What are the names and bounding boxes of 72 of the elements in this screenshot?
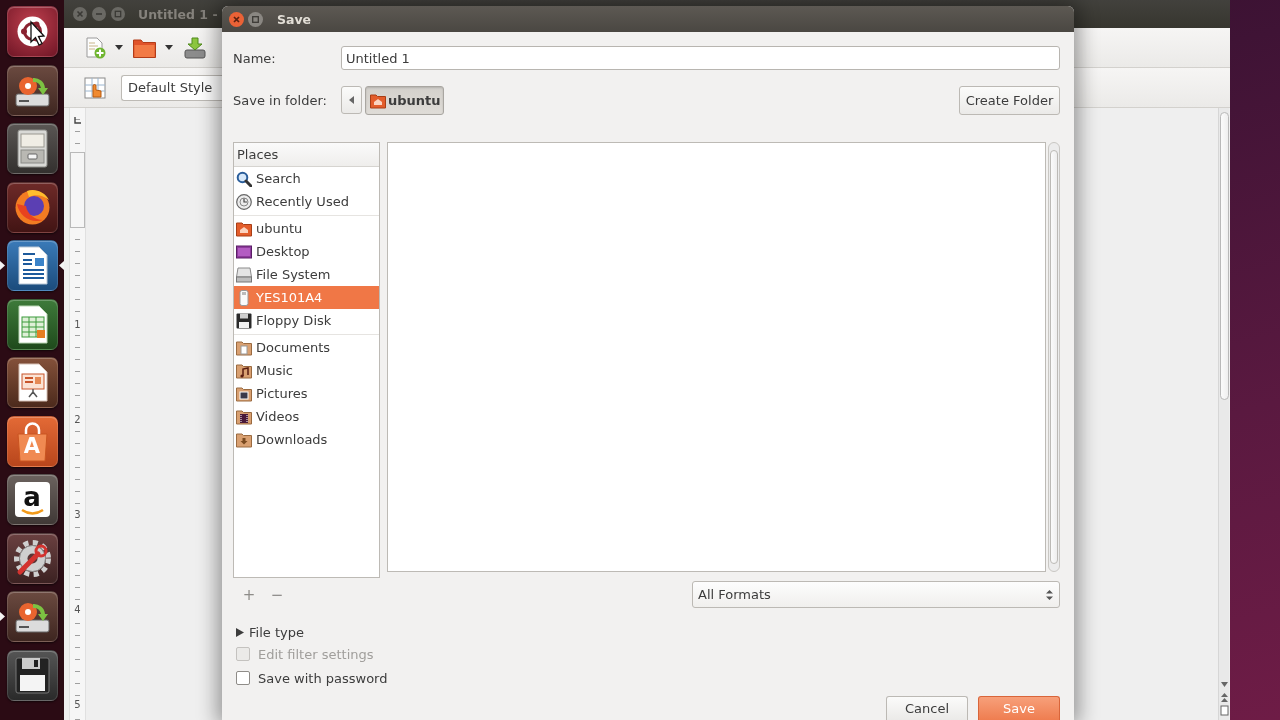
caret-down-icon[interactable] bbox=[115, 45, 123, 50]
places-item[interactable]: Floppy Disk bbox=[234, 309, 379, 332]
file-format-dropdown[interactable]: All Formats bbox=[692, 581, 1060, 608]
folder-icon[interactable] bbox=[133, 37, 156, 58]
checkbox-label: Save with password bbox=[258, 670, 388, 686]
circle-logo-icon[interactable] bbox=[6, 6, 58, 57]
places-item[interactable]: Desktop bbox=[234, 240, 379, 263]
spreadsheet-icon[interactable] bbox=[6, 298, 58, 350]
usb-stick-icon bbox=[236, 289, 252, 306]
field-label: Save in folder: bbox=[233, 93, 328, 108]
home-folder-icon bbox=[370, 92, 386, 109]
document-folder-icon bbox=[236, 339, 252, 356]
scrollbar-thumb[interactable] bbox=[1050, 150, 1058, 564]
film-folder-icon bbox=[236, 408, 252, 425]
presentation-icon[interactable] bbox=[6, 357, 58, 408]
cancel-button[interactable]: Cancel bbox=[886, 696, 968, 720]
tab-stop-icon[interactable] bbox=[74, 117, 81, 124]
name-field[interactable]: Untitled 1 bbox=[341, 46, 1060, 70]
desktop-icon bbox=[236, 243, 252, 260]
gear-wrench-icon[interactable] bbox=[6, 532, 58, 584]
vertical-scrollbar[interactable] bbox=[1218, 108, 1229, 720]
letter-tile-button[interactable]: a bbox=[6, 474, 58, 525]
globe-icon[interactable] bbox=[6, 181, 58, 233]
expander[interactable]: File type bbox=[233, 622, 304, 642]
places-item[interactable]: Search bbox=[234, 167, 379, 190]
field-label: Name: bbox=[233, 50, 277, 66]
window-title: Untitled 1 - bbox=[138, 6, 218, 22]
places-item[interactable]: Documents bbox=[234, 336, 379, 359]
checkbox[interactable] bbox=[236, 671, 250, 685]
music-folder-icon bbox=[236, 362, 252, 379]
caret-down-icon[interactable] bbox=[1219, 679, 1229, 690]
ruler-number: 5 bbox=[72, 699, 83, 711]
caret-down-icon[interactable] bbox=[165, 45, 173, 50]
document-icon[interactable] bbox=[6, 240, 58, 291]
grid-hand-icon[interactable] bbox=[84, 76, 106, 99]
drive-arrows-icon[interactable] bbox=[6, 591, 58, 642]
path-button[interactable]: ubuntu bbox=[365, 86, 444, 115]
column-header: Places bbox=[234, 143, 379, 167]
places-item[interactable]: Downloads bbox=[234, 428, 379, 451]
caret-left-icon bbox=[349, 96, 354, 104]
ruler-number: 3 bbox=[72, 509, 83, 521]
places-item[interactable]: ubuntu bbox=[234, 217, 379, 240]
ruler-number: 4 bbox=[72, 604, 83, 616]
places-item[interactable]: Recently Used bbox=[234, 190, 379, 213]
vertical-scrollbar[interactable] bbox=[1048, 142, 1060, 572]
dialog-title: Save bbox=[277, 11, 312, 27]
checkbox-label: Edit filter settings bbox=[258, 646, 374, 662]
download-folder-icon bbox=[236, 431, 252, 448]
places-item[interactable]: Music bbox=[234, 359, 379, 382]
drive-icon bbox=[236, 266, 252, 283]
home-folder-icon bbox=[236, 220, 252, 237]
close-icon[interactable] bbox=[229, 11, 244, 27]
places-item[interactable]: Videos bbox=[234, 405, 379, 428]
download-drive-icon[interactable] bbox=[184, 36, 206, 59]
up-down-arrows-icon bbox=[1046, 588, 1053, 601]
clock-icon bbox=[236, 193, 252, 210]
picture-folder-icon bbox=[236, 385, 252, 402]
paragraph-style-field[interactable]: Default Style bbox=[121, 74, 222, 101]
ruler-number: 1 bbox=[72, 319, 83, 331]
scroll-left-button[interactable] bbox=[341, 86, 362, 114]
file-cabinet-icon[interactable] bbox=[6, 123, 58, 174]
double-caret-up-icon[interactable] bbox=[1219, 692, 1229, 703]
places-item[interactable]: File System bbox=[234, 263, 379, 286]
new-document-icon[interactable] bbox=[84, 36, 106, 59]
create-folder-button[interactable]: Create Folder bbox=[959, 86, 1060, 115]
ruler-number: 2 bbox=[72, 414, 83, 426]
maximize-icon[interactable] bbox=[248, 11, 263, 27]
page-icon[interactable] bbox=[1219, 705, 1229, 716]
search-icon bbox=[236, 170, 252, 187]
scrollbar-thumb[interactable] bbox=[1219, 112, 1229, 400]
places-item[interactable]: Pictures bbox=[234, 382, 379, 405]
drive-arrows-icon[interactable] bbox=[6, 64, 58, 116]
